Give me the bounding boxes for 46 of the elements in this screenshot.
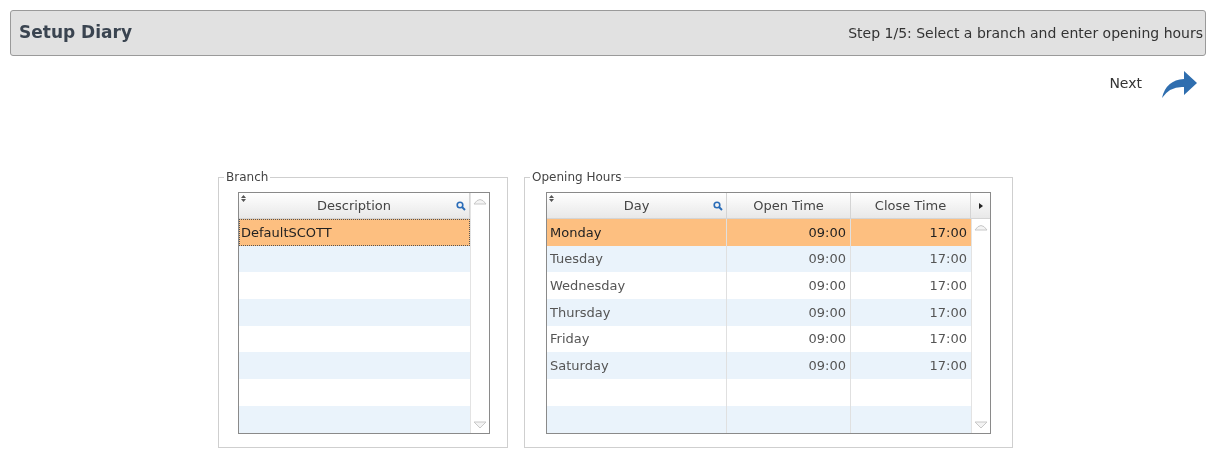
group-label: Branch — [225, 169, 270, 186]
table-cell-text: 17:00 — [929, 223, 967, 242]
table-cell-text: Friday — [550, 330, 590, 349]
column-header[interactable]: Day — [547, 193, 727, 219]
scroll-down-icon[interactable] — [473, 420, 487, 429]
table-row[interactable]: Monday 09:00 17:00 — [547, 219, 971, 246]
scroll-up-icon[interactable] — [473, 197, 487, 205]
table-cell-text: 17:00 — [929, 303, 967, 322]
column-header[interactable]: Open Time — [727, 193, 851, 219]
table-cell-text: 09:00 — [808, 357, 846, 376]
table-row[interactable]: Saturday 09:00 17:00 — [547, 352, 971, 380]
scroll-down-icon[interactable] — [974, 420, 988, 429]
table-cell-text: Thursday — [550, 303, 611, 322]
table-cell-text: 17:00 — [929, 357, 967, 376]
table-cell-text: Wednesday — [550, 276, 626, 295]
table-cell-text: 17:00 — [929, 330, 967, 349]
column-header[interactable]: Close Time — [851, 193, 971, 219]
step-text: Step 1/5: Select a branch and enter opening hours — [848, 23, 1203, 43]
table-row[interactable]: DefaultSCOTT — [239, 219, 470, 246]
right-caret-icon — [978, 202, 983, 209]
scroll-bar[interactable] — [470, 193, 489, 433]
table-cell-text: Saturday — [550, 357, 609, 376]
page-title: Setup Diary — [19, 21, 132, 45]
scroll-up-icon[interactable] — [974, 223, 988, 231]
table-cell-text: 09:00 — [808, 330, 846, 349]
table-row[interactable]: Tuesday 09:00 17:00 — [547, 245, 971, 273]
next-button[interactable]: Next — [1109, 68, 1198, 98]
table-cell-text: 17:00 — [929, 250, 967, 269]
scroll-bar[interactable] — [971, 219, 990, 433]
table-cell-text: 09:00 — [808, 250, 846, 269]
table-cell-text: 09:00 — [808, 276, 846, 295]
table-cell-text: Tuesday — [550, 250, 603, 269]
table-cell-text: 09:00 — [808, 223, 846, 242]
table-cell-text: DefaultSCOTT — [240, 223, 333, 242]
table-cell-text: Monday — [550, 223, 602, 242]
search-icon[interactable] — [713, 201, 723, 211]
search-icon[interactable] — [456, 201, 466, 211]
table-cell-text: 09:00 — [808, 303, 846, 322]
sort-icon — [549, 195, 554, 202]
group-label: Opening Hours — [531, 169, 623, 186]
sort-icon — [241, 195, 246, 202]
table-cell-text: 17:00 — [929, 276, 967, 295]
column-menu-button[interactable] — [971, 193, 990, 219]
forward-arrow-icon — [1160, 68, 1198, 98]
table-row[interactable]: Thursday 09:00 17:00 — [547, 299, 971, 326]
column-header[interactable]: Description — [239, 193, 470, 219]
